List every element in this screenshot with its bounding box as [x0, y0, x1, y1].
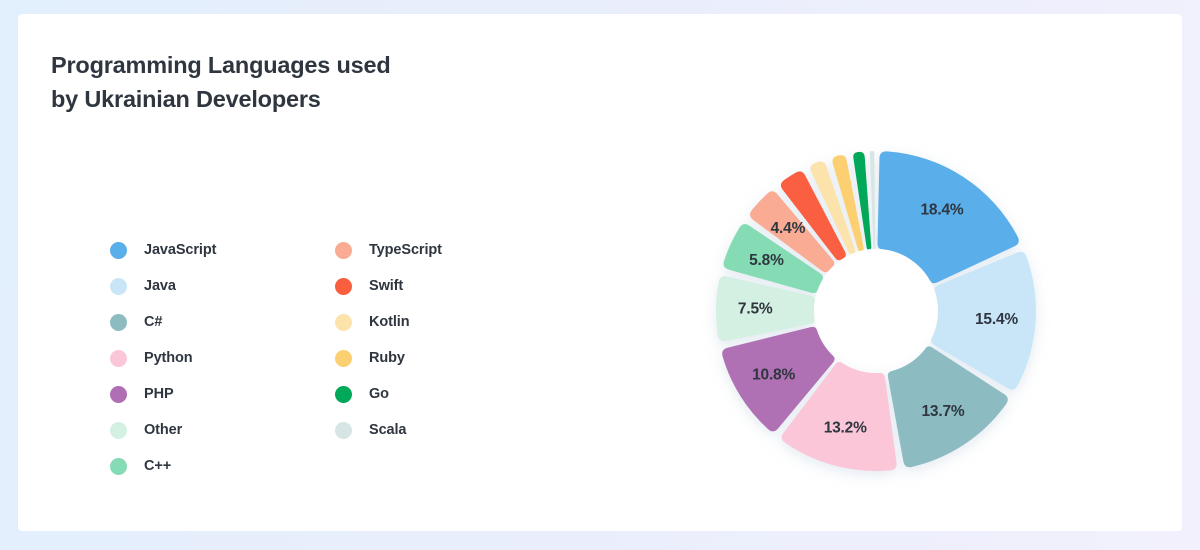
legend-item[interactable]: Python	[110, 340, 216, 376]
legend-item[interactable]: Go	[335, 376, 442, 412]
legend-column-right: TypeScript Swift Kotlin Ruby Go Scala	[335, 232, 442, 448]
page-root: Programming Languages used by Ukrainian …	[0, 0, 1200, 550]
legend-item-label: Java	[144, 278, 176, 294]
legend-item[interactable]: Java	[110, 268, 216, 304]
legend-color-swatch-icon	[110, 241, 127, 259]
legend-item[interactable]: Scala	[335, 412, 442, 448]
page-title-line-2: by Ukrainian Developers	[51, 86, 321, 112]
donut-slice-label: 10.8%	[752, 367, 795, 384]
legend-color-swatch-icon	[335, 313, 352, 331]
legend-color-swatch-icon	[110, 313, 127, 331]
donut-hole	[814, 249, 938, 373]
donut-slice-label: 13.2%	[824, 419, 867, 436]
legend-item[interactable]: Ruby	[335, 340, 442, 376]
legend-item-label: PHP	[144, 386, 174, 402]
legend-color-swatch-icon	[110, 421, 127, 439]
legend-item[interactable]: PHP	[110, 376, 216, 412]
legend-item-label: Python	[144, 350, 193, 366]
legend-color-swatch-icon	[110, 457, 127, 475]
legend-color-swatch-icon	[335, 349, 352, 367]
legend-item[interactable]: C++	[110, 448, 216, 484]
legend-item-label: TypeScript	[369, 242, 442, 258]
legend-item[interactable]: C#	[110, 304, 216, 340]
page-title: Programming Languages used by Ukrainian …	[51, 48, 391, 116]
donut-slice-label: 13.7%	[922, 403, 965, 420]
legend-item[interactable]: JavaScript	[110, 232, 216, 268]
donut-slice-label: 15.4%	[975, 311, 1018, 328]
legend-color-swatch-icon	[110, 385, 127, 403]
legend-item-label: Go	[369, 386, 389, 402]
donut-slice[interactable]	[869, 151, 876, 250]
legend-item-label: Ruby	[369, 350, 405, 366]
legend-item[interactable]: Swift	[335, 268, 442, 304]
chart-card: Programming Languages used by Ukrainian …	[18, 14, 1182, 531]
page-title-line-1: Programming Languages used	[51, 52, 391, 78]
legend-color-swatch-icon	[335, 421, 352, 439]
legend-item-label: Other	[144, 422, 183, 438]
legend-color-swatch-icon	[335, 385, 352, 403]
legend-item-label: JavaScript	[144, 242, 217, 258]
legend-color-swatch-icon	[110, 277, 127, 295]
legend-item-label: Swift	[369, 278, 404, 294]
legend-color-swatch-icon	[335, 241, 352, 259]
donut-slice-label: 5.8%	[749, 252, 784, 269]
legend-column-left: JavaScript Java C# Python PHP Other C++	[110, 232, 216, 484]
legend-item-label: Kotlin	[369, 314, 410, 330]
legend-color-swatch-icon	[335, 277, 352, 295]
donut-slice-label: 18.4%	[921, 201, 964, 218]
donut-slice-label: 7.5%	[738, 301, 773, 318]
legend-item-label: C++	[144, 458, 172, 474]
legend-item-label: C#	[144, 314, 163, 330]
legend-item[interactable]: TypeScript	[335, 232, 442, 268]
donut-chart: 18.4% 15.4% 13.7% 13.2% 10.8% 7.5% 5.8% 4.4%	[676, 111, 1076, 511]
legend-color-swatch-icon	[110, 349, 127, 367]
legend-item-label: Scala	[369, 422, 407, 438]
donut-slice-label: 4.4%	[771, 220, 806, 237]
donut-chart-svg: 18.4% 15.4% 13.7% 13.2% 10.8% 7.5% 5.8% 4.4%	[715, 151, 1036, 471]
legend-item[interactable]: Other	[110, 412, 216, 448]
legend-item[interactable]: Kotlin	[335, 304, 442, 340]
